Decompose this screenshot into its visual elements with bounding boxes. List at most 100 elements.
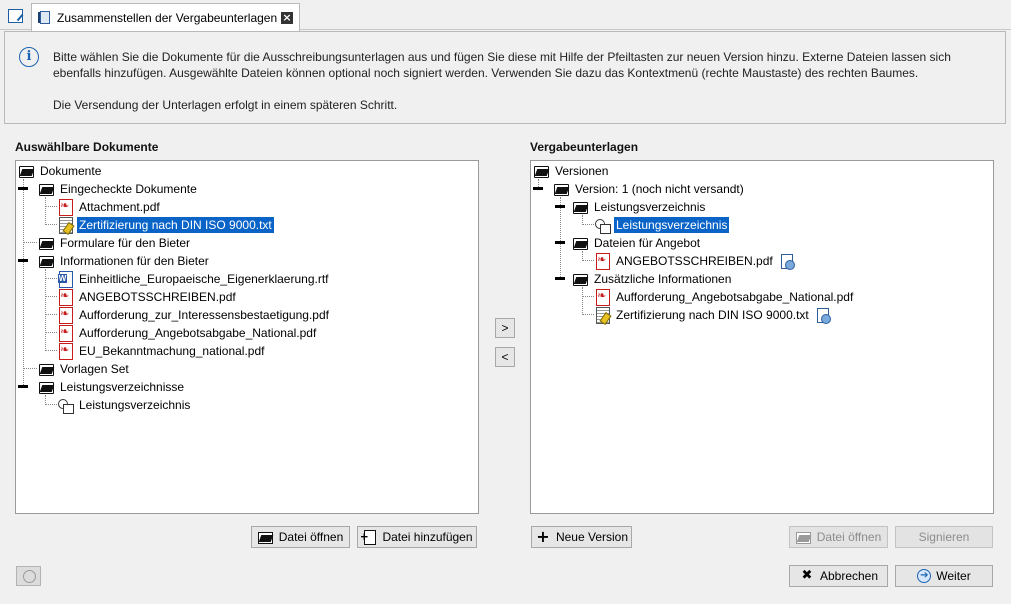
- add-file-button[interactable]: Datei hinzufügen: [357, 526, 477, 548]
- folder-icon: [38, 181, 54, 197]
- text-file-icon: [594, 307, 610, 324]
- new-version-label: Neue Version: [555, 530, 629, 544]
- add-file-icon: [360, 530, 377, 545]
- tree-node-label: Aufforderung_Angebotsabgabe_National.pdf: [79, 326, 317, 340]
- tree-node-label: Aufforderung_Angebotsabgabe_National.pdf: [616, 290, 854, 304]
- info-text: Bitte wählen Sie die Dokumente für die A…: [53, 49, 998, 113]
- open-file-label: Datei öffnen: [278, 530, 344, 544]
- signature-icon: [816, 308, 831, 324]
- tree-node-label: Eingecheckte Dokumente: [60, 182, 197, 196]
- tree-node-version-1[interactable]: Version: 1 (noch nicht versandt): [553, 180, 746, 198]
- folder-icon: [553, 181, 569, 197]
- tree-node-label: Formulare für den Bieter: [60, 236, 191, 250]
- folder-open-icon: [257, 530, 274, 544]
- tree-node-label: Leistungsverzeichnisse: [60, 380, 185, 394]
- tree-node-file[interactable]: Aufforderung_zur_Interessensbestaetigung…: [57, 306, 331, 324]
- tree-node-file[interactable]: EU_Bekanntmachung_national.pdf: [57, 342, 266, 360]
- tree-node-file[interactable]: ANGEBOTSSCHREIBEN.pdf: [57, 288, 238, 306]
- tree-node-label: Zertifizierung nach DIN ISO 9000.txt: [616, 308, 809, 322]
- right-panel-title: Vergabeunterlagen: [530, 140, 639, 154]
- tree-node-label: Versionen: [555, 164, 609, 178]
- folder-icon: [572, 271, 588, 287]
- tree-node-dateien-fuer-angebot[interactable]: Dateien für Angebot: [572, 234, 702, 252]
- tree-node-file-selected[interactable]: Zertifizierung nach DIN ISO 9000.txt: [57, 216, 274, 234]
- close-icon[interactable]: ×: [281, 12, 293, 24]
- tree-node-label: Dateien für Angebot: [594, 236, 701, 250]
- sign-button[interactable]: Signieren: [895, 526, 993, 548]
- open-file-label: Datei öffnen: [816, 530, 882, 544]
- open-file-button[interactable]: Datei öffnen: [251, 526, 350, 548]
- tree-node-informationen[interactable]: Informationen für den Bieter: [38, 252, 211, 270]
- left-panel-title: Auswählbare Dokumente: [15, 140, 159, 154]
- tree-node-file[interactable]: Aufforderung_Angebotsabgabe_National.pdf: [594, 288, 855, 306]
- move-left-button[interactable]: <: [495, 347, 515, 367]
- sign-label: Signieren: [918, 530, 970, 544]
- tree-node-label: Zertifizierung nach DIN ISO 9000.txt: [77, 217, 274, 233]
- pdf-icon: [594, 289, 610, 306]
- tab-vergabeunterlagen[interactable]: Zusammenstellen der Vergabeunterlagen ×: [31, 3, 300, 31]
- close-icon: ✖: [801, 568, 813, 583]
- next-button[interactable]: ➔ Weiter: [895, 565, 993, 587]
- tree-node-label: Aufforderung_zur_Interessensbestaetigung…: [79, 308, 329, 322]
- folder-icon: [18, 163, 34, 179]
- word-document-icon: [57, 271, 73, 288]
- available-documents-tree[interactable]: Dokumente Eingecheckte Dokumente Attachm…: [15, 160, 479, 514]
- tree-node-label: ANGEBOTSSCHREIBEN.pdf: [616, 254, 773, 268]
- tree-node-label: Zusätzliche Informationen: [594, 272, 732, 286]
- move-right-button[interactable]: >: [495, 318, 515, 338]
- tree-node-label: Attachment.pdf: [79, 200, 160, 214]
- open-file-button-disabled[interactable]: Datei öffnen: [789, 526, 888, 548]
- signature-icon: [780, 254, 795, 270]
- tree-node-label: ANGEBOTSSCHREIBEN.pdf: [79, 290, 236, 304]
- tree-node-eingecheckte-dokumente[interactable]: Eingecheckte Dokumente: [38, 180, 199, 198]
- folder-icon: [38, 235, 54, 251]
- tree-node-file[interactable]: Einheitliche_Europaeische_Eigenerklaerun…: [57, 270, 331, 288]
- pdf-icon: [57, 325, 73, 342]
- tree-node-label: Version: 1 (noch nicht versandt): [575, 182, 744, 196]
- tree-node-vorlagen-set[interactable]: Vorlagen Set: [38, 360, 131, 378]
- tree-node-leistungsverzeichnisse[interactable]: Leistungsverzeichnisse: [38, 378, 186, 396]
- folder-icon: [38, 361, 54, 377]
- info-paragraph: Bitte wählen Sie die Dokumente für die A…: [53, 50, 951, 80]
- tree-node-file[interactable]: Zertifizierung nach DIN ISO 9000.txt: [594, 306, 831, 324]
- folder-icon: [572, 199, 588, 215]
- editor-tab-bar: Zusammenstellen der Vergabeunterlagen ×: [0, 0, 1011, 31]
- edit-icon[interactable]: [8, 9, 23, 23]
- next-label: Weiter: [936, 569, 971, 583]
- folder-icon: [38, 379, 54, 395]
- specification-icon: [57, 397, 74, 414]
- specification-icon: [594, 217, 611, 234]
- add-file-label: Datei hinzufügen: [382, 530, 473, 544]
- pdf-icon: [57, 199, 73, 216]
- document-icon: [38, 10, 52, 25]
- new-version-button[interactable]: + Neue Version: [531, 526, 632, 548]
- tree-node-file[interactable]: ANGEBOTSSCHREIBEN.pdf: [594, 252, 795, 270]
- help-icon[interactable]: [16, 566, 41, 586]
- pdf-icon: [57, 289, 73, 306]
- tree-node-label: EU_Bekanntmachung_national.pdf: [79, 344, 265, 358]
- folder-icon: [533, 163, 549, 179]
- tender-documents-tree[interactable]: Versionen Version: 1 (noch nicht versand…: [530, 160, 994, 514]
- tree-node-label: Leistungsverzeichnis: [614, 217, 730, 233]
- tree-node-leistungsverzeichnis-selected[interactable]: Leistungsverzeichnis: [594, 216, 730, 234]
- tree-node-label: Vorlagen Set: [60, 362, 129, 376]
- tree-node-formulare[interactable]: Formulare für den Bieter: [38, 234, 192, 252]
- tree-node-dokumente[interactable]: Dokumente: [18, 162, 103, 180]
- info-panel: i Bitte wählen Sie die Dokumente für die…: [4, 31, 1006, 124]
- tree-node-leistungsverzeichnis[interactable]: Leistungsverzeichnis: [57, 396, 192, 414]
- folder-icon: [38, 253, 54, 269]
- tree-node-versionen[interactable]: Versionen: [533, 162, 610, 180]
- tree-node-zusaetzliche-informationen[interactable]: Zusätzliche Informationen: [572, 270, 733, 288]
- tree-node-file[interactable]: Aufforderung_Angebotsabgabe_National.pdf: [57, 324, 318, 342]
- plus-icon: +: [536, 527, 550, 546]
- pdf-icon: [594, 253, 610, 270]
- tree-node-label: Leistungsverzeichnis: [79, 398, 191, 412]
- tree-node-leistungsverzeichnis-folder[interactable]: Leistungsverzeichnis: [572, 198, 707, 216]
- info-paragraph: Die Versendung der Unterlagen erfolgt in…: [53, 98, 398, 112]
- tab-title: Zusammenstellen der Vergabeunterlagen: [57, 10, 278, 25]
- text-file-icon: [57, 217, 73, 234]
- tree-node-file[interactable]: Attachment.pdf: [57, 198, 162, 216]
- pdf-icon: [57, 307, 73, 324]
- cancel-label: Abbrechen: [819, 569, 879, 583]
- cancel-button[interactable]: ✖ Abbrechen: [789, 565, 888, 587]
